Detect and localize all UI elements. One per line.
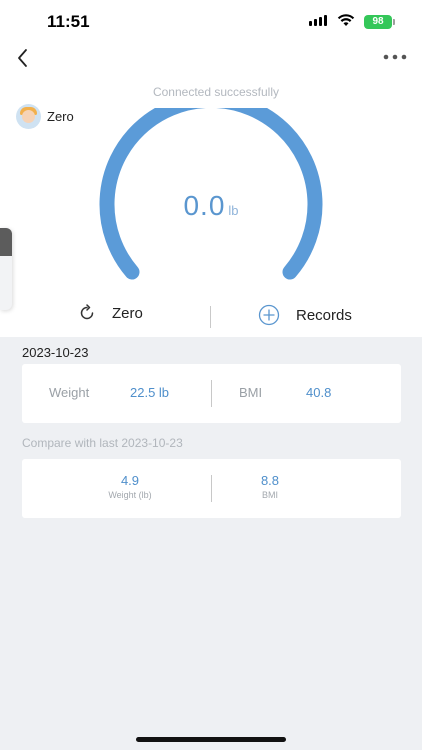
- plus-circle-icon: [258, 304, 280, 326]
- weight-change-label: Weight (lb): [108, 490, 152, 500]
- weight-reading: 0.0 lb: [90, 190, 332, 222]
- bmi-change-stat: 8.8 BMI: [190, 473, 350, 500]
- action-divider: [210, 306, 211, 328]
- zero-button-label: Zero: [112, 304, 143, 322]
- refresh-icon: [80, 304, 94, 320]
- battery-tip: [393, 19, 395, 25]
- records-button[interactable]: Records: [258, 304, 352, 326]
- bmi-change-label: BMI: [261, 490, 278, 500]
- weight-change-stat: 4.9 Weight (lb): [50, 473, 210, 500]
- connection-status: Connected successfully: [152, 85, 280, 99]
- weight-reading-unit: lb: [228, 203, 239, 218]
- measurement-card: Weight 22.5 lb BMI 40.8: [22, 364, 401, 423]
- comparison-card: 4.9 Weight (lb) 8.8 BMI: [22, 459, 401, 518]
- status-time: 11:51: [47, 12, 90, 31]
- signal-icon: [309, 15, 327, 26]
- wifi-icon: [337, 14, 355, 26]
- battery-indicator: 98: [364, 15, 392, 29]
- card-divider: [211, 380, 212, 407]
- side-drawer-handle[interactable]: [0, 228, 12, 310]
- bmi-value: 40.8: [306, 385, 332, 400]
- weight-change-value: 4.9: [120, 473, 140, 488]
- battery-level: 98: [372, 16, 384, 27]
- chevron-left-icon[interactable]: [12, 47, 34, 69]
- user-selector[interactable]: Zero: [16, 104, 74, 129]
- measurement-date: 2023-10-23: [22, 345, 89, 360]
- action-bar: Zero Records: [0, 300, 422, 336]
- bmi-label: BMI: [239, 385, 263, 400]
- bmi-change-value: 8.8: [260, 473, 280, 488]
- weight-value: 22.5 lb: [130, 385, 170, 400]
- zero-button[interactable]: Zero: [78, 304, 143, 322]
- weight-reading-value: 0.0: [183, 190, 226, 221]
- weight-label: Weight: [49, 385, 90, 400]
- user-name: Zero: [47, 109, 74, 124]
- home-indicator[interactable]: [136, 737, 286, 742]
- comparison-title: Compare with last 2023-10-23: [22, 436, 183, 450]
- records-button-label: Records: [296, 306, 352, 324]
- avatar: [16, 104, 41, 129]
- more-horizontal-icon[interactable]: [381, 52, 409, 62]
